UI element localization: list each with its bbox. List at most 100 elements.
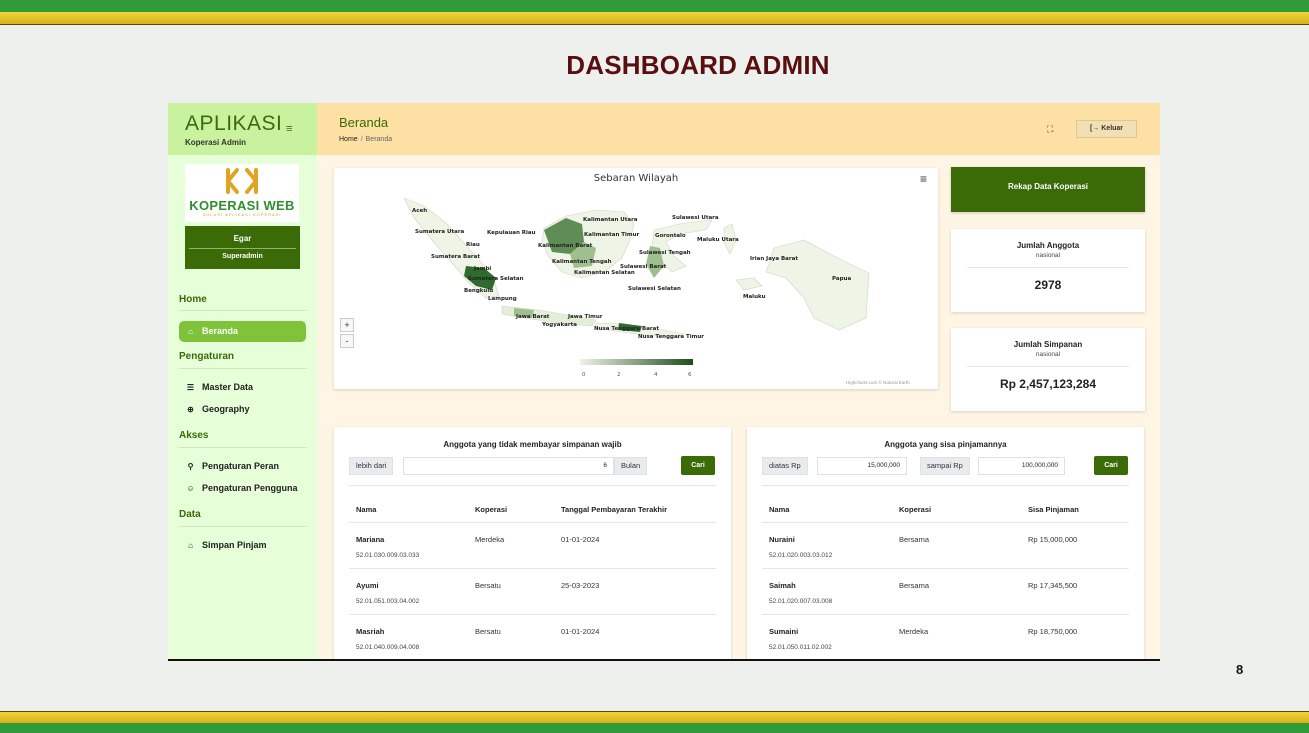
- divider: [179, 310, 307, 311]
- map-label: Sulawesi Utara: [672, 215, 719, 221]
- map-label: Bengkulu: [464, 288, 493, 294]
- slide-title: DASHBOARD ADMIN: [566, 50, 830, 80]
- rekap-data-koperasi-button[interactable]: Rekap Data Koperasi: [951, 167, 1145, 212]
- map-label: Sulawesi Selatan: [628, 286, 681, 292]
- koperasi-cell: Bersatu: [475, 627, 501, 636]
- divider: [349, 568, 716, 569]
- indonesia-map[interactable]: Aceh Sumatera Utara Riau Kepulauan Riau …: [334, 168, 938, 389]
- map-label: Gorontalo: [655, 233, 686, 239]
- sidebar-item-label: Pengaturan Peran: [202, 461, 280, 471]
- sidebar-item-master-data[interactable]: ☰ Master Data: [179, 377, 306, 398]
- region-maluku[interactable]: [735, 277, 763, 291]
- max-amount-input[interactable]: 100,000,000: [978, 457, 1065, 475]
- member-id: 52.01.050.011.02.002: [769, 644, 832, 651]
- map-card: Aceh Sumatera Utara Riau Kepulauan Riau …: [334, 168, 938, 389]
- bottom-yellow-band: [0, 711, 1309, 723]
- map-title: Sebaran Wilayah: [593, 173, 679, 184]
- menu-toggle-icon[interactable]: ≡: [286, 123, 292, 135]
- user-role: Superadmin: [189, 248, 296, 260]
- cari-button[interactable]: Cari: [1094, 456, 1128, 475]
- sidebar-item-beranda[interactable]: ⌂ Beranda: [179, 321, 306, 342]
- column-header: Sisa Pinjaman: [1028, 505, 1079, 514]
- user-card: Egar Superadmin: [185, 226, 300, 269]
- home-icon: ⌂: [188, 541, 193, 550]
- section-data: Data: [179, 509, 201, 520]
- sisa-pinjaman-card: Anggota yang sisa pinjamannya diatas Rp …: [747, 427, 1144, 659]
- top-header: Beranda Home / Beranda ⛶ [→ Keluar: [317, 103, 1160, 155]
- region-papua[interactable]: [765, 239, 870, 331]
- top-green-band: [0, 0, 1309, 12]
- sidebar-item-simpan-pinjam[interactable]: ⌂ Simpan Pinjam: [179, 535, 306, 556]
- sidebar-item-label: Geography: [202, 404, 250, 414]
- koperasi-cell: Merdeka: [899, 627, 929, 636]
- divider: [762, 485, 1129, 486]
- column-header: Tanggal Pembayaran Terakhir: [561, 505, 668, 514]
- stat-value: Rp 2,457,123,284: [999, 377, 1097, 391]
- zoom-in-button[interactable]: +: [340, 318, 354, 332]
- stat-sub: nasional: [1035, 252, 1061, 259]
- tanggal-cell: 25-03-2023: [561, 581, 600, 590]
- logo-mark-icon: [226, 168, 258, 194]
- map-label: Kepulauan Riau: [487, 230, 536, 236]
- column-header: Nama: [769, 505, 790, 514]
- stat-label: Jumlah Simpanan: [1013, 340, 1083, 349]
- divider: [762, 522, 1129, 523]
- stat-value: 2978: [1034, 278, 1062, 292]
- map-label: Jawa Timur: [567, 314, 603, 320]
- tanggal-cell: 01-01-2024: [561, 627, 600, 636]
- koperasi-logo: KOPERASI WEB SOLUSI APLIKASI KOPERASI: [185, 164, 299, 222]
- sidebar-item-pengaturan-pengguna[interactable]: ☺ Pengaturan Pengguna: [179, 478, 306, 499]
- section-akses: Akses: [179, 430, 209, 441]
- map-label: Irian Jaya Barat: [750, 256, 798, 262]
- map-label: Aceh: [412, 208, 427, 214]
- page-number: 8: [1236, 662, 1244, 677]
- users-icon: ☺: [186, 484, 195, 493]
- member-name: Nuraini: [769, 535, 795, 544]
- section-home: Home: [179, 294, 207, 305]
- map-label: Kalimantan Selatan: [574, 270, 635, 276]
- zoom-out-button[interactable]: -: [340, 334, 354, 348]
- map-label: Maluku: [743, 294, 766, 300]
- logo-tagline: SOLUSI APLIKASI KOPERASI: [202, 212, 282, 217]
- map-label: Lampung: [488, 296, 517, 302]
- member-name: Saimah: [769, 581, 796, 590]
- cari-button[interactable]: Cari: [681, 456, 715, 475]
- sisa-pinjaman-cell: Rp 15,000,000: [1028, 535, 1078, 544]
- app-window: APLIKASI Koperasi Admin ≡ KOPERASI WEB S…: [168, 103, 1160, 661]
- min-amount-input[interactable]: 15,000,000: [817, 457, 907, 475]
- map-label: Kalimantan Barat: [538, 243, 593, 249]
- legend-tick: 6: [688, 372, 692, 378]
- map-label: Riau: [466, 242, 480, 248]
- breadcrumb-separator: /: [360, 136, 363, 143]
- chart-menu-icon[interactable]: ≡: [920, 172, 927, 186]
- sisa-pinjaman-cell: Rp 17,345,500: [1028, 581, 1078, 590]
- fullscreen-icon[interactable]: ⛶: [1047, 124, 1053, 135]
- divider: [179, 447, 307, 448]
- koperasi-cell: Merdeka: [475, 535, 505, 544]
- bottom-green-band: [0, 723, 1309, 733]
- map-label: Sumatera Barat: [431, 254, 480, 260]
- input-prefix: diatas Rp: [762, 457, 808, 475]
- column-header: Koperasi: [899, 505, 932, 514]
- home-icon: ⌂: [188, 327, 193, 336]
- page-title: Beranda: [339, 115, 389, 130]
- sidebar-item-pengaturan-peran[interactable]: ⚲ Pengaturan Peran: [179, 456, 306, 477]
- stat-sub: nasional: [1035, 351, 1061, 358]
- member-id: 52.01.030.009.03.033: [356, 552, 420, 559]
- bulan-input[interactable]: 6: [403, 457, 614, 475]
- divider: [349, 614, 716, 615]
- breadcrumb-home[interactable]: Home: [339, 136, 358, 143]
- sisa-pinjaman-cell: Rp 18,750,000: [1028, 627, 1078, 636]
- map-label: Nusa Tenggara Barat: [594, 326, 659, 332]
- sidebar: APLIKASI Koperasi Admin ≡ KOPERASI WEB S…: [168, 103, 317, 659]
- sidebar-item-geography[interactable]: ⊕ Geography: [179, 399, 306, 420]
- map-label: Papua: [832, 276, 851, 282]
- lock-icon: ⚲: [187, 462, 194, 471]
- divider: [349, 485, 716, 486]
- divider: [179, 526, 307, 527]
- breadcrumb-current: Beranda: [365, 136, 393, 143]
- logout-button[interactable]: [→ Keluar: [1076, 120, 1137, 138]
- sidebar-item-label: Simpan Pinjam: [202, 540, 267, 550]
- map-credits[interactable]: Highcharts.com © Natural Earth: [846, 380, 910, 385]
- map-label: Kalimantan Timur: [584, 232, 640, 238]
